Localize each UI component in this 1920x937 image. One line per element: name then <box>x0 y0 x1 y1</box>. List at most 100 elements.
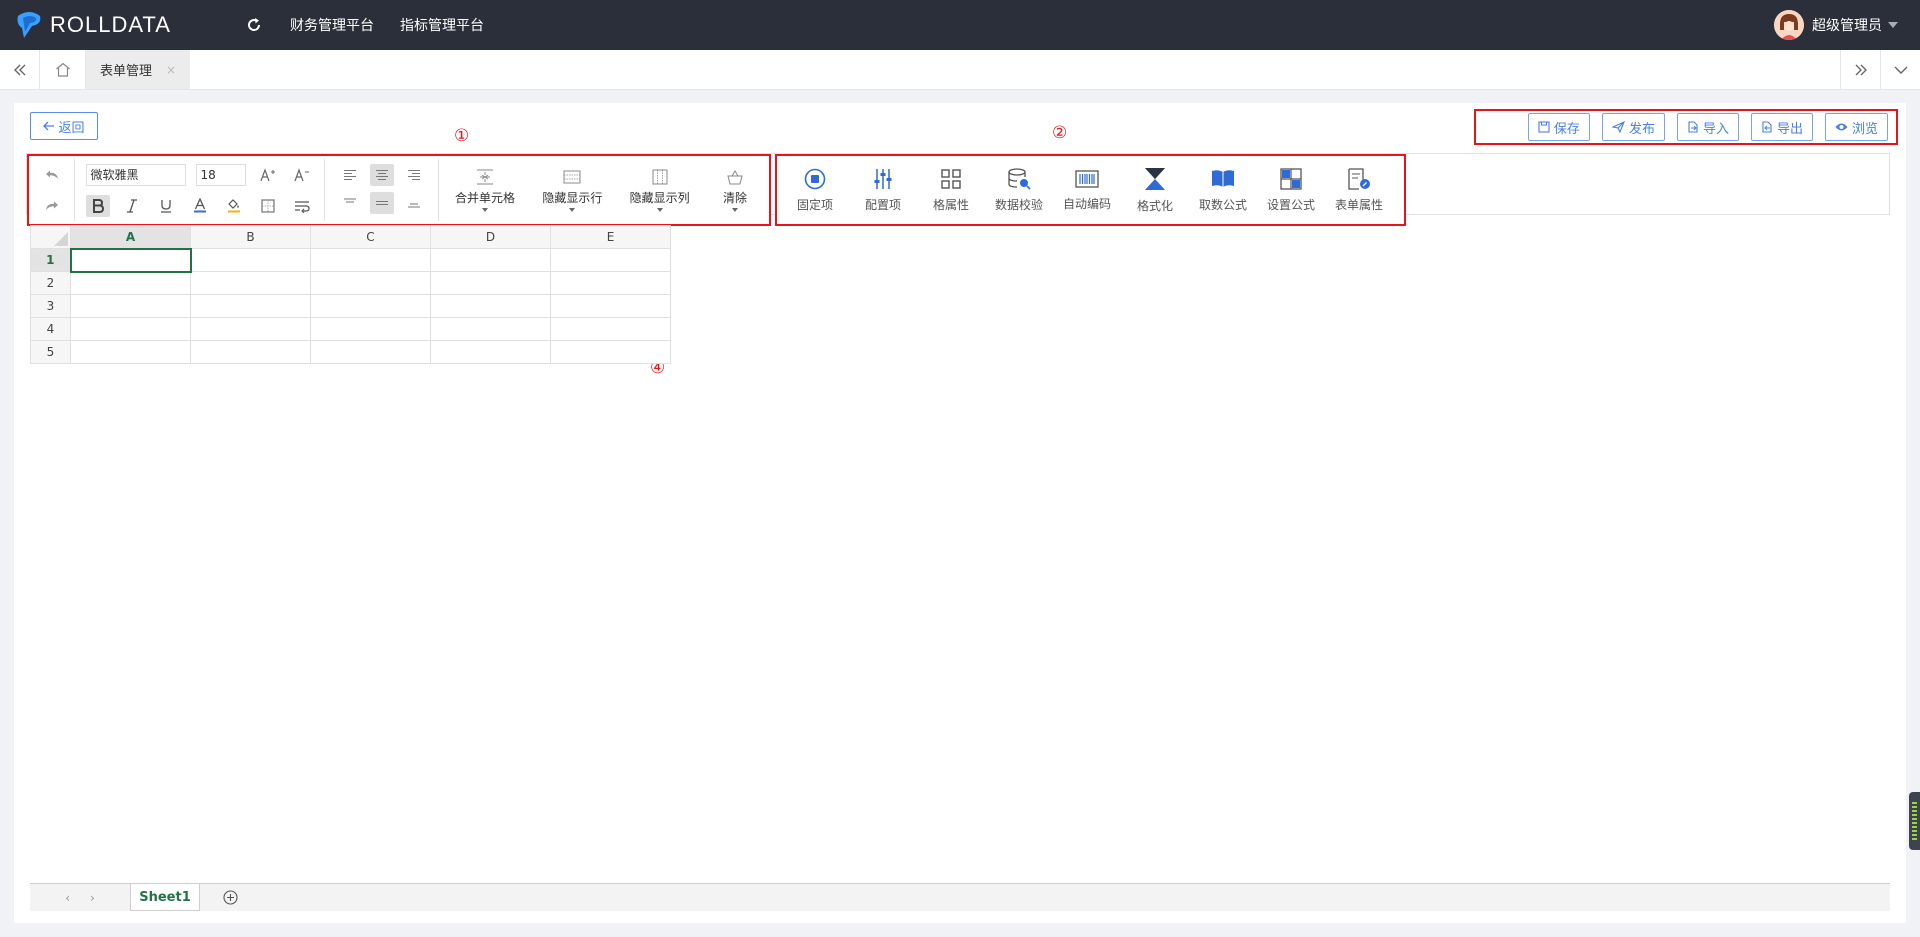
side-status-widget[interactable] <box>1909 792 1920 850</box>
cell[interactable] <box>310 317 431 341</box>
nav-indicator-platform[interactable]: 指标管理平台 <box>400 15 484 35</box>
cell[interactable] <box>550 294 671 318</box>
scroll-tabs-left-button[interactable] <box>0 50 40 89</box>
column-header-d[interactable]: D <box>430 225 551 249</box>
tab-form-management[interactable]: 表单管理 × <box>86 50 191 89</box>
column-header-a[interactable]: A <box>70 225 191 249</box>
cell[interactable] <box>190 271 311 295</box>
cell[interactable] <box>550 248 671 272</box>
publish-button[interactable]: 发布 <box>1601 113 1665 141</box>
column-header-e[interactable]: E <box>550 225 671 249</box>
export-button[interactable]: 导出 <box>1750 113 1813 141</box>
border-button[interactable] <box>256 195 280 217</box>
fill-color-button[interactable] <box>222 195 246 217</box>
hide-columns-icon <box>652 169 668 184</box>
column-header-c[interactable]: C <box>310 225 431 249</box>
hide-show-rows-button[interactable]: 隐藏显示行 <box>530 159 614 221</box>
font-size-select[interactable]: 18 <box>195 163 246 186</box>
sliders-icon <box>874 168 892 189</box>
cell[interactable] <box>70 271 191 295</box>
send-icon <box>1611 121 1625 133</box>
valign-top-button[interactable] <box>338 192 362 214</box>
format-toolbar: 微软雅黑 18 合并单元格 隐藏显示行 隐藏显示列 清除 <box>27 154 771 226</box>
back-button[interactable]: 返回 <box>30 112 98 140</box>
redo-button[interactable] <box>40 195 64 217</box>
wrap-text-button[interactable] <box>290 195 314 217</box>
nav-finance-platform[interactable]: 财务管理平台 <box>290 15 374 35</box>
cell[interactable] <box>550 340 671 364</box>
row-header-3[interactable]: 3 <box>30 294 71 318</box>
undo-button[interactable] <box>40 164 64 186</box>
increase-font-button[interactable] <box>256 164 280 186</box>
cell-properties-button[interactable]: 格属性 <box>917 159 985 221</box>
cell[interactable] <box>70 317 191 341</box>
set-formula-button[interactable]: 设置公式 <box>1257 159 1325 221</box>
sheet-tab-sheet1[interactable]: Sheet1 <box>130 884 200 911</box>
cell-a1[interactable] <box>69 247 192 273</box>
cell[interactable] <box>550 271 671 295</box>
config-item-button[interactable]: 配置项 <box>849 159 917 221</box>
cell[interactable] <box>430 317 551 341</box>
close-icon[interactable]: × <box>166 63 176 77</box>
cell[interactable] <box>190 340 311 364</box>
format-button[interactable]: 格式化 <box>1121 159 1189 221</box>
font-family-select[interactable]: 微软雅黑 <box>85 163 186 186</box>
tab-menu-button[interactable] <box>1880 50 1920 89</box>
valign-bottom-button[interactable] <box>402 192 426 214</box>
align-right-icon <box>407 170 420 180</box>
logo[interactable]: ROLLDATA <box>14 10 214 40</box>
prev-sheet-button[interactable]: ‹ <box>65 891 70 905</box>
row-header-2[interactable]: 2 <box>30 271 71 295</box>
merge-cells-button[interactable]: 合并单元格 <box>443 159 527 221</box>
align-right-button[interactable] <box>402 164 426 186</box>
refresh-icon[interactable] <box>244 15 264 35</box>
valign-middle-button[interactable] <box>369 192 394 214</box>
hide-show-columns-button[interactable]: 隐藏显示列 <box>618 159 702 221</box>
cell[interactable] <box>310 248 431 272</box>
align-center-button[interactable] <box>369 164 394 186</box>
italic-button[interactable] <box>120 195 144 217</box>
cell[interactable] <box>70 294 191 318</box>
data-validation-button[interactable]: 数据校验 <box>985 159 1053 221</box>
underline-button[interactable] <box>154 195 178 217</box>
cell[interactable] <box>70 340 191 364</box>
eraser-basket-icon <box>727 169 743 184</box>
cell[interactable] <box>430 248 551 272</box>
cell[interactable] <box>310 294 431 318</box>
import-button[interactable]: 导入 <box>1676 113 1739 141</box>
font-decrease-icon <box>293 167 309 181</box>
add-sheet-button[interactable] <box>200 884 260 911</box>
cell[interactable] <box>430 271 551 295</box>
row-header-1[interactable]: 1 <box>30 248 71 272</box>
align-left-button[interactable] <box>338 164 362 186</box>
cell[interactable] <box>310 271 431 295</box>
cell[interactable] <box>190 294 311 318</box>
scroll-tabs-right-button[interactable] <box>1840 50 1880 89</box>
fetch-formula-button[interactable]: 取数公式 <box>1189 159 1257 221</box>
row-header-4[interactable]: 4 <box>30 317 71 341</box>
user-menu[interactable]: 超级管理员 <box>1774 10 1898 40</box>
cell[interactable] <box>550 317 671 341</box>
select-all-corner[interactable] <box>30 225 71 249</box>
table-row: 5 <box>30 340 671 364</box>
merge-cells-icon <box>477 169 493 184</box>
home-tab[interactable] <box>40 50 86 89</box>
preview-button[interactable]: 浏览 <box>1824 113 1888 141</box>
bold-button[interactable] <box>85 194 110 217</box>
cell[interactable] <box>310 340 431 364</box>
auto-coding-button[interactable]: 自动编码 <box>1053 159 1121 221</box>
fixed-item-button[interactable]: 固定项 <box>781 159 849 221</box>
cell[interactable] <box>430 294 551 318</box>
decrease-font-button[interactable] <box>290 164 314 186</box>
row-header-5[interactable]: 5 <box>30 340 71 364</box>
clear-button[interactable]: 清除 <box>705 159 765 221</box>
form-properties-button[interactable]: 表单属性 <box>1325 159 1393 221</box>
column-header-b[interactable]: B <box>190 225 311 249</box>
set-formula-label: 设置公式 <box>1266 197 1315 212</box>
cell[interactable] <box>190 248 311 272</box>
cell[interactable] <box>430 340 551 364</box>
font-color-button[interactable] <box>188 195 212 217</box>
next-sheet-button[interactable]: › <box>90 891 95 905</box>
cell[interactable] <box>190 317 311 341</box>
save-button[interactable]: 保存 <box>1527 113 1590 141</box>
